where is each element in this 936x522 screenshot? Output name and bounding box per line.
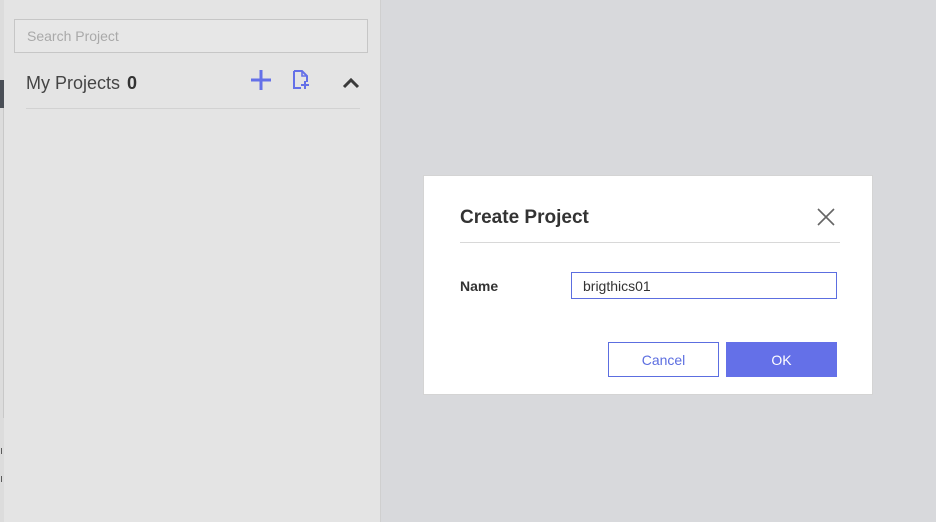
project-count: 0 [127, 73, 138, 93]
project-name-input[interactable] [571, 272, 837, 299]
project-panel: My Projects 0 [4, 0, 381, 522]
search-project-input[interactable] [14, 19, 368, 53]
app-window: ı ı My Projects 0 [0, 0, 936, 522]
import-project-button[interactable] [292, 70, 310, 90]
name-field-label: Name [460, 278, 499, 294]
my-projects-header: My Projects 0 [26, 64, 360, 109]
close-icon [817, 208, 835, 226]
add-project-button[interactable] [250, 69, 272, 91]
dialog-close-button[interactable] [816, 207, 836, 227]
collapse-projects-button[interactable] [342, 76, 360, 90]
ok-button[interactable]: OK [726, 342, 837, 377]
dialog-title: Create Project [460, 207, 589, 228]
file-import-icon [293, 70, 309, 89]
my-projects-label: My Projects [26, 73, 121, 93]
my-projects-title: My Projects 0 [26, 73, 137, 94]
cancel-button[interactable]: Cancel [608, 342, 719, 377]
dialog-divider [460, 242, 840, 243]
chevron-up-icon [342, 77, 360, 89]
plus-icon [251, 70, 271, 90]
create-project-dialog: Create Project Name Cancel OK [423, 175, 873, 395]
